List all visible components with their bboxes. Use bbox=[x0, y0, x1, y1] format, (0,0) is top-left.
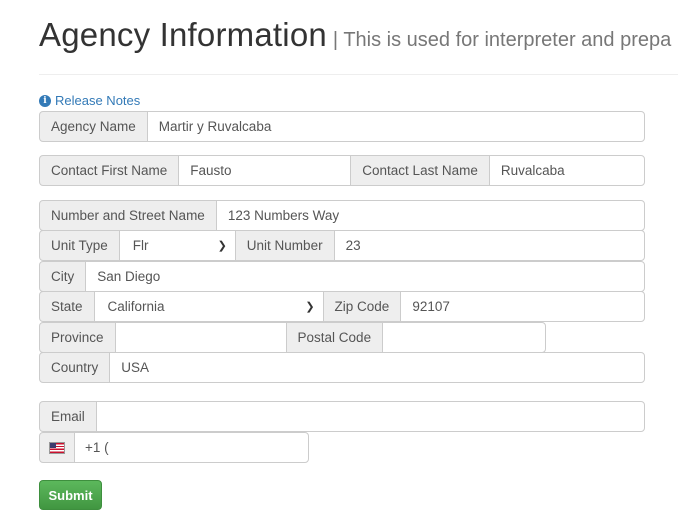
street-group: Number and Street Name 123 Numbers Way bbox=[39, 200, 645, 231]
agency-name-group: Agency Name Martir y Ruvalcaba bbox=[39, 111, 645, 142]
country-input[interactable]: USA bbox=[109, 352, 645, 383]
country-group: Country USA bbox=[39, 352, 645, 383]
unit-type-value: Flr bbox=[132, 238, 149, 253]
unit-group: Unit Type Flr ❯ Unit Number 23 bbox=[39, 230, 645, 261]
contact-last-name-input[interactable]: Ruvalcaba bbox=[488, 155, 645, 186]
page-title: Agency Information bbox=[39, 16, 327, 53]
release-notes-link[interactable]: i Release Notes bbox=[39, 93, 140, 108]
unit-number-input[interactable]: 23 bbox=[333, 230, 645, 261]
state-label: State bbox=[39, 291, 95, 322]
state-value: California bbox=[107, 299, 165, 314]
postal-code-label: Postal Code bbox=[285, 322, 384, 353]
phone-input[interactable]: +1 ( bbox=[74, 432, 309, 463]
street-label: Number and Street Name bbox=[39, 200, 217, 231]
agency-name-label: Agency Name bbox=[39, 111, 148, 142]
zip-code-label: Zip Code bbox=[322, 291, 402, 322]
phone-group: +1 ( bbox=[39, 432, 309, 463]
unit-number-label: Unit Number bbox=[234, 230, 335, 261]
province-input[interactable] bbox=[114, 322, 287, 353]
city-group: City San Diego bbox=[39, 261, 645, 292]
province-label: Province bbox=[39, 322, 116, 353]
chevron-down-icon: ❯ bbox=[305, 301, 315, 313]
release-notes-label: Release Notes bbox=[55, 93, 141, 108]
contact-last-name-label: Contact Last Name bbox=[350, 155, 490, 186]
state-select[interactable]: California ❯ bbox=[93, 291, 324, 322]
contact-first-name-label: Contact First Name bbox=[39, 155, 180, 186]
state-zip-group: State California ❯ Zip Code 92107 bbox=[39, 291, 645, 322]
contact-first-name-input[interactable]: Fausto bbox=[178, 155, 352, 186]
unit-type-select[interactable]: Flr ❯ bbox=[118, 230, 236, 261]
info-circle-icon: i bbox=[39, 94, 51, 107]
street-input[interactable]: 123 Numbers Way bbox=[215, 200, 645, 231]
header-divider bbox=[39, 74, 678, 75]
us-flag-icon bbox=[49, 441, 65, 454]
zip-code-input[interactable]: 92107 bbox=[400, 291, 645, 322]
unit-type-label: Unit Type bbox=[39, 230, 120, 261]
email-label: Email bbox=[39, 401, 97, 432]
province-postal-group: Province Postal Code bbox=[39, 322, 546, 353]
email-input[interactable] bbox=[95, 401, 645, 432]
contact-name-group: Contact First Name Fausto Contact Last N… bbox=[39, 155, 645, 186]
email-group: Email bbox=[39, 401, 645, 432]
postal-code-input[interactable] bbox=[382, 322, 546, 353]
country-label: Country bbox=[39, 352, 111, 383]
country-code-selector[interactable] bbox=[39, 432, 75, 463]
city-input[interactable]: San Diego bbox=[85, 261, 645, 292]
chevron-down-icon: ❯ bbox=[217, 240, 227, 252]
page-subtitle: | This is used for interpreter and prepa bbox=[332, 29, 672, 51]
agency-name-input[interactable]: Martir y Ruvalcaba bbox=[146, 111, 645, 142]
page-header: Agency Information | This is used for int… bbox=[39, 16, 678, 74]
city-label: City bbox=[39, 261, 87, 292]
submit-button[interactable]: Submit bbox=[39, 480, 102, 510]
